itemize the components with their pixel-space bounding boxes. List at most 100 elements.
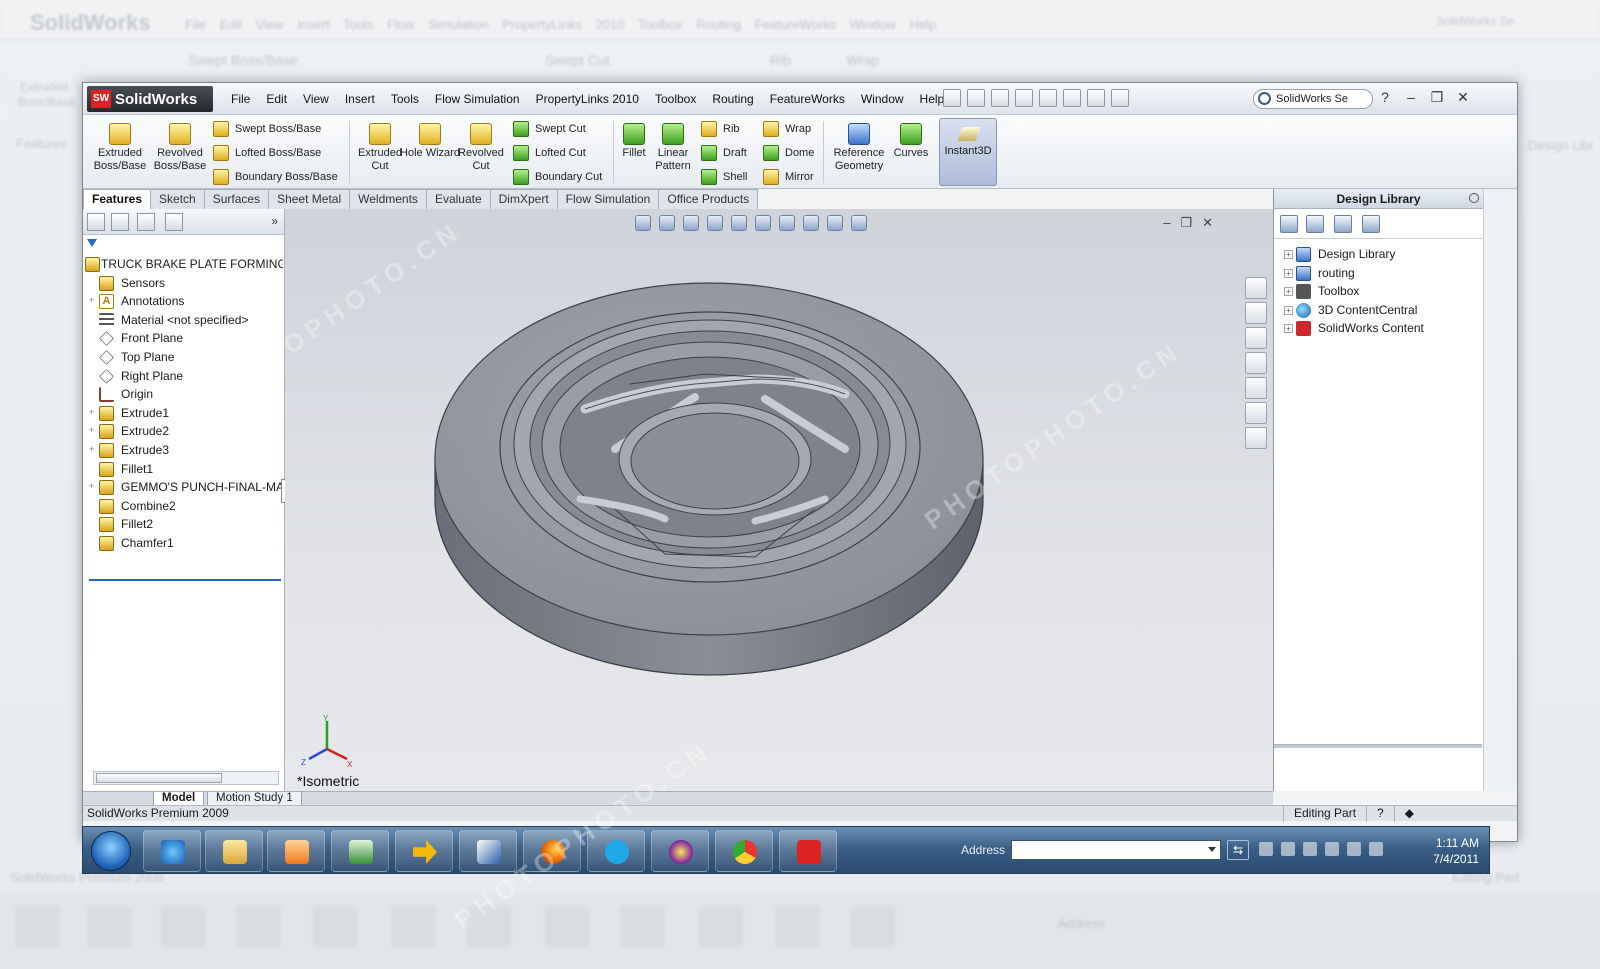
instant3d-button[interactable]: Instant3D [939, 118, 997, 186]
tree-item-fillet2[interactable]: Fillet2 [83, 515, 283, 534]
tab-weldments[interactable]: Weldments [349, 189, 427, 209]
refresh-icon[interactable] [1362, 215, 1380, 233]
tree-item-imported-body[interactable]: + GEMMO'S PUNCH-FINAL-MA [83, 478, 283, 497]
swept-cut-button[interactable]: Swept Cut [511, 119, 586, 139]
tree-item-top-plane[interactable]: Top Plane [83, 348, 283, 367]
tree-item-front-plane[interactable]: Front Plane [83, 329, 283, 348]
tree-item-extrude1[interactable]: + Extrude1 [83, 404, 283, 423]
undo-icon[interactable] [1039, 89, 1057, 107]
horizontal-scrollbar[interactable] [93, 771, 279, 785]
menu-file[interactable]: File [223, 92, 258, 106]
graphics-area[interactable]: – ❐ ✕ Y X Z *Isometric [285, 209, 1273, 791]
more-tabs-chevron-icon[interactable]: » [271, 214, 278, 228]
app-logo[interactable]: SW SolidWorks [87, 86, 213, 112]
tray-signal-icon[interactable] [1347, 842, 1361, 856]
taskbar-media-player[interactable] [267, 830, 325, 872]
revolved-cut-button[interactable]: Revolved Cut [450, 123, 512, 173]
tree-item-fillet1[interactable]: Fillet1 [83, 460, 283, 479]
tray-volume-icon[interactable] [1369, 842, 1383, 856]
expand-icon[interactable]: + [89, 482, 97, 491]
menu-tools[interactable]: Tools [383, 92, 427, 106]
print-icon[interactable] [1015, 89, 1033, 107]
library-item-toolbox[interactable]: + Toolbox [1274, 282, 1482, 301]
feature-manager-tab-icon[interactable] [87, 213, 105, 231]
dome-button[interactable]: Dome [761, 143, 814, 163]
panel-splitter[interactable] [1274, 744, 1482, 748]
taskbar-explorer[interactable] [205, 830, 263, 872]
menu-toolbox[interactable]: Toolbox [647, 92, 704, 106]
view-palette-tab-icon[interactable] [1245, 377, 1267, 399]
taskbar-calculator[interactable] [331, 830, 389, 872]
solidworks-resources-tab-icon[interactable] [1245, 277, 1267, 299]
tab-surfaces[interactable]: Surfaces [203, 189, 270, 209]
tree-item-right-plane[interactable]: Right Plane [83, 367, 283, 386]
taskbar-internet-explorer[interactable] [143, 830, 201, 872]
tree-item-extrude3[interactable]: + Extrude3 [83, 441, 283, 460]
shell-button[interactable]: Shell [699, 167, 747, 187]
curves-button[interactable]: Curves [885, 123, 937, 160]
taskbar-chrome[interactable] [715, 830, 773, 872]
property-manager-tab-icon[interactable] [111, 213, 129, 231]
menu-featureworks[interactable]: FeatureWorks [762, 92, 853, 106]
tray-show-hidden-icon[interactable] [1259, 842, 1273, 856]
library-item-3d-contentcentral[interactable]: +3D ContentCentral [1274, 301, 1482, 320]
address-input[interactable] [1011, 840, 1221, 860]
minimize-button[interactable]: – [1403, 89, 1419, 106]
tray-messenger-icon[interactable] [1281, 842, 1295, 856]
open-folder-icon[interactable] [967, 89, 985, 107]
library-item-design-library[interactable]: + Design Library [1274, 245, 1482, 264]
add-to-library-icon[interactable] [1280, 215, 1298, 233]
expand-icon[interactable]: + [1284, 287, 1293, 297]
chevron-down-icon[interactable] [1208, 847, 1216, 852]
design-library-tab-icon[interactable] [1245, 302, 1267, 324]
mirror-button[interactable]: Mirror [761, 167, 814, 187]
scrollbar-thumb[interactable] [96, 773, 222, 783]
search-tab-icon[interactable] [1245, 352, 1267, 374]
add-file-location-icon[interactable] [1306, 215, 1324, 233]
linear-pattern-button[interactable]: Linear Pattern [645, 123, 701, 173]
close-button[interactable]: ✕ [1455, 89, 1471, 106]
menu-edit[interactable]: Edit [258, 92, 295, 106]
menu-view[interactable]: View [295, 92, 337, 106]
start-button[interactable] [91, 831, 131, 871]
menu-insert[interactable]: Insert [337, 92, 383, 106]
tab-sketch[interactable]: Sketch [150, 189, 205, 209]
tab-office-products[interactable]: Office Products [658, 189, 759, 209]
expand-icon[interactable]: + [1284, 324, 1293, 334]
status-help-button[interactable]: ? [1366, 806, 1394, 822]
help-button[interactable]: ? [1377, 89, 1393, 106]
revolved-boss-button[interactable]: Revolved Boss/Base [149, 123, 211, 173]
wrap-button[interactable]: Wrap [761, 119, 811, 139]
tab-motion-study-1[interactable]: Motion Study 1 [207, 792, 302, 806]
taskbar-feather-app[interactable] [459, 830, 517, 872]
menu-propertylinks[interactable]: PropertyLinks 2010 [528, 92, 647, 106]
tree-item-chamfer1[interactable]: Chamfer1 [83, 534, 283, 553]
new-document-icon[interactable] [943, 89, 961, 107]
tree-item-origin[interactable]: Origin [83, 385, 283, 404]
tree-item-combine2[interactable]: Combine2 [83, 497, 283, 516]
taskbar-solidworks[interactable] [779, 830, 837, 872]
appearances-tab-icon[interactable] [1245, 402, 1267, 424]
taskbar-firefox[interactable] [523, 830, 581, 872]
tray-flag-icon[interactable] [1303, 842, 1317, 856]
boundary-cut-button[interactable]: Boundary Cut [511, 167, 602, 187]
rib-button[interactable]: Rib [699, 119, 740, 139]
expand-icon[interactable]: + [1284, 305, 1293, 315]
lofted-boss-button[interactable]: Lofted Boss/Base [211, 143, 321, 163]
rollback-bar[interactable] [89, 579, 281, 581]
search-input[interactable]: SolidWorks Se [1253, 89, 1373, 109]
tree-item-material[interactable]: Material <not specified> [83, 311, 283, 330]
rebuild-indicator-icon[interactable]: ◆ [1393, 806, 1424, 822]
expand-icon[interactable]: + [1284, 250, 1293, 259]
taskbar-yahoo-messenger[interactable] [651, 830, 709, 872]
draft-button[interactable]: Draft [699, 143, 747, 163]
library-item-routing[interactable]: + routing [1274, 264, 1482, 283]
expand-icon[interactable]: + [89, 426, 97, 435]
tree-item-annotations[interactable]: + A Annotations [83, 292, 283, 311]
file-explorer-tab-icon[interactable] [1245, 327, 1267, 349]
configuration-manager-tab-icon[interactable] [137, 213, 155, 231]
swept-boss-button[interactable]: Swept Boss/Base [211, 119, 321, 139]
taskbar-skype[interactable] [587, 830, 645, 872]
custom-properties-tab-icon[interactable] [1245, 427, 1267, 449]
taskbar-arrow-app[interactable] [395, 830, 453, 872]
